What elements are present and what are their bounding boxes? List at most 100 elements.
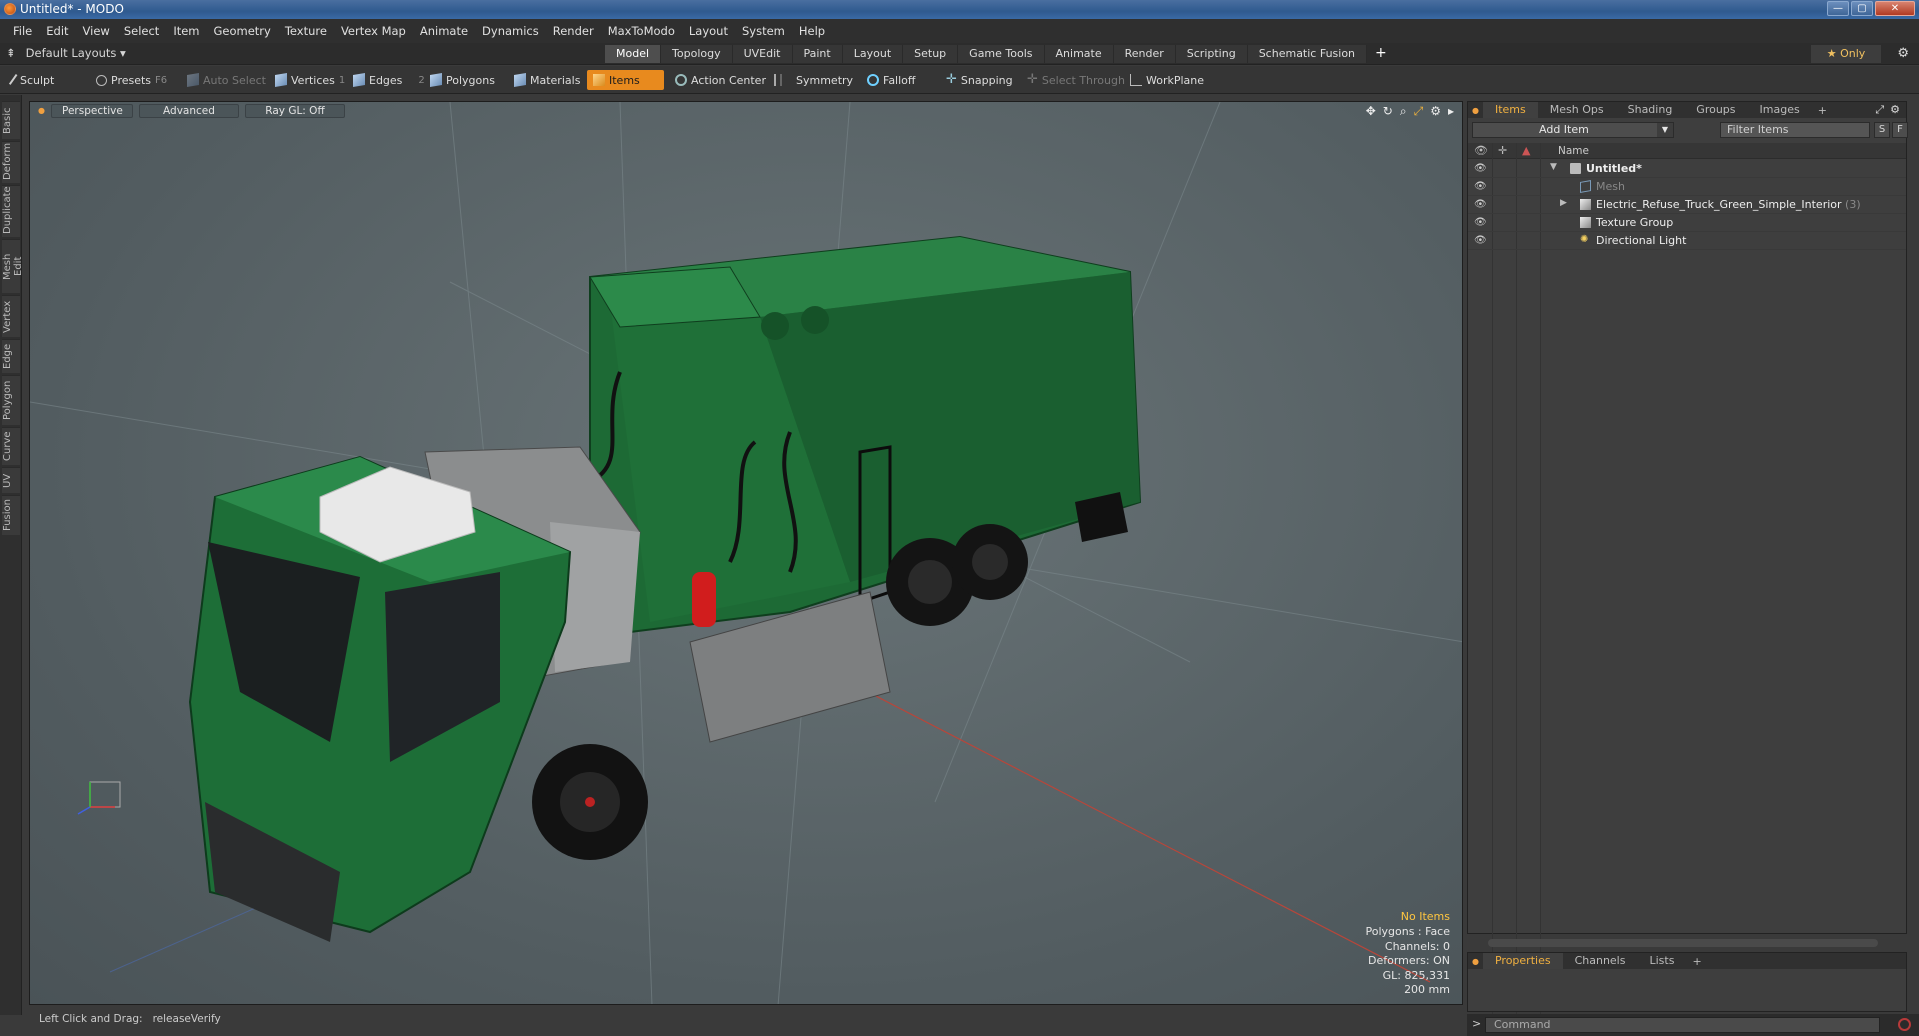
tab-channels[interactable]: Channels (1563, 953, 1638, 969)
command-input[interactable]: Command (1485, 1017, 1880, 1033)
presets-button[interactable]: Presets F6 (90, 70, 173, 90)
tab-schematic-fusion[interactable]: Schematic Fusion (1247, 45, 1368, 63)
tree-row-truck[interactable]: 👁 ▶ Electric_Refuse_Truck_Green_Simple_I… (1468, 196, 1906, 214)
tab-render[interactable]: Render (1113, 45, 1176, 63)
vtab-uv[interactable]: UV (2, 467, 20, 493)
eye-icon[interactable]: 👁 (1474, 181, 1487, 192)
eye-icon[interactable]: 👁 (1474, 235, 1487, 246)
menu-animate[interactable]: Animate (413, 24, 475, 38)
tab-animate[interactable]: Animate (1044, 45, 1114, 63)
menu-view[interactable]: View (76, 24, 117, 38)
menu-edit[interactable]: Edit (39, 24, 75, 38)
tab-scripting[interactable]: Scripting (1175, 45, 1248, 63)
advanced-dropdown[interactable]: Advanced (138, 104, 239, 118)
vtab-polygon[interactable]: Polygon (2, 375, 20, 425)
symmetry-button[interactable]: Symmetry (768, 70, 859, 90)
tree-row-texture-group[interactable]: 👁 Texture Group (1468, 214, 1906, 232)
workplane-button[interactable]: WorkPlane (1124, 70, 1210, 90)
tree-row-directional-light[interactable]: 👁 ✺ Directional Light (1468, 232, 1906, 250)
tab-items[interactable]: Items (1482, 102, 1538, 118)
raygl-toggle[interactable]: Ray GL: Off (244, 104, 345, 118)
tab-groups[interactable]: Groups (1684, 102, 1747, 118)
eye-icon[interactable]: 👁 (1474, 163, 1487, 174)
eye-icon[interactable]: 👁 (1474, 199, 1487, 210)
edges-button[interactable]: Edges 2 (347, 70, 431, 90)
items-button[interactable]: Items (587, 70, 664, 90)
action-center-button[interactable]: Action Center (669, 70, 772, 90)
filter-items-input[interactable]: Filter Items (1720, 122, 1870, 138)
close-button[interactable]: ✕ (1875, 1, 1915, 16)
horizontal-scrollbar[interactable] (1488, 939, 1878, 947)
tab-topology[interactable]: Topology (661, 45, 733, 63)
3d-viewport[interactable]: ● Perspective Advanced Ray GL: Off ✥ ↻ ⌕… (29, 101, 1463, 1005)
menu-help[interactable]: Help (792, 24, 832, 38)
vertices-button[interactable]: Vertices 1 (269, 70, 351, 90)
falloff-button[interactable]: Falloff (861, 70, 921, 90)
expand-arrow-icon[interactable]: ▼ (1550, 162, 1557, 172)
viewport-settings-icon[interactable]: ⚙ (1430, 104, 1441, 119)
pan-icon[interactable]: ✥ (1366, 104, 1376, 119)
tab-mesh-ops[interactable]: Mesh Ops (1538, 102, 1616, 118)
menu-layout[interactable]: Layout (682, 24, 735, 38)
tree-row-scene[interactable]: 👁 ▼ Untitled* (1468, 160, 1906, 178)
tab-uvedit[interactable]: UVEdit (732, 45, 793, 63)
menu-render[interactable]: Render (546, 24, 601, 38)
vtab-duplicate[interactable]: Duplicate (2, 185, 20, 237)
expand-arrow-icon[interactable]: ▶ (1560, 198, 1567, 208)
sculpt-button[interactable]: Sculpt (6, 70, 60, 90)
tab-shading[interactable]: Shading (1616, 102, 1685, 118)
zoom-icon[interactable]: ⌕ (1400, 104, 1407, 119)
vtab-curve[interactable]: Curve (2, 427, 20, 465)
tab-model[interactable]: Model (605, 45, 662, 63)
vtab-edge[interactable]: Edge (2, 339, 20, 373)
add-panel-tab-button[interactable]: + (1812, 104, 1833, 117)
vtab-fusion[interactable]: Fusion (2, 495, 20, 535)
snapping-button[interactable]: ✛ Snapping (940, 70, 1019, 90)
tab-paint[interactable]: Paint (792, 45, 843, 63)
record-macro-icon[interactable] (1898, 1018, 1911, 1031)
perspective-dropdown[interactable]: Perspective (50, 104, 133, 118)
properties-menu-icon[interactable]: ● (1468, 957, 1483, 966)
vtab-basic[interactable]: Basic (2, 101, 20, 139)
eye-icon[interactable]: 👁 (1474, 217, 1487, 228)
add-properties-tab-button[interactable]: + (1686, 955, 1707, 968)
menu-item[interactable]: Item (166, 24, 206, 38)
menu-maxtomodo[interactable]: MaxToModo (601, 24, 682, 38)
gear-icon[interactable]: ⚙ (1897, 46, 1909, 61)
maximize-button[interactable]: ▢ (1851, 1, 1873, 16)
maximize-viewport-icon[interactable]: ⤢ (1414, 104, 1424, 119)
tab-layout[interactable]: Layout (842, 45, 904, 63)
vtab-vertex[interactable]: Vertex (2, 295, 20, 337)
layout-selector[interactable]: Default Layouts ▾ (26, 46, 126, 60)
tree-row-mesh[interactable]: 👁 Mesh (1468, 178, 1906, 196)
add-layout-tab-button[interactable]: + (1367, 45, 1395, 63)
command-history-icon[interactable]: > (1472, 1017, 1481, 1030)
vtab-deform[interactable]: Deform (2, 141, 20, 183)
menu-vertex-map[interactable]: Vertex Map (334, 24, 413, 38)
tab-game-tools[interactable]: Game Tools (958, 45, 1045, 63)
select-through-button[interactable]: ✛ Select Through (1021, 70, 1131, 90)
viewport-more-icon[interactable]: ▸ (1448, 104, 1454, 119)
menu-system[interactable]: System (735, 24, 792, 38)
materials-button[interactable]: Materials (508, 70, 586, 90)
auto-select-button[interactable]: Auto Select (181, 70, 272, 90)
menu-select[interactable]: Select (117, 24, 166, 38)
vtab-mesh-edit[interactable]: Mesh Edit (2, 239, 24, 293)
menu-file[interactable]: File (6, 24, 39, 38)
rotate-icon[interactable]: ↻ (1383, 104, 1393, 119)
tab-properties[interactable]: Properties (1482, 953, 1563, 969)
tab-images[interactable]: Images (1748, 102, 1812, 118)
layout-collapse-icon[interactable]: ⇞ (6, 46, 16, 60)
menu-geometry[interactable]: Geometry (207, 24, 278, 38)
viewport-menu-icon[interactable]: ● (38, 104, 45, 118)
polygons-button[interactable]: Polygons (424, 70, 501, 90)
add-item-dropdown[interactable]: Add Item ▼ (1472, 122, 1674, 138)
only-toggle[interactable]: ★ Only (1811, 45, 1881, 63)
menu-dynamics[interactable]: Dynamics (475, 24, 546, 38)
panel-settings-icon[interactable]: ⚙ (1890, 103, 1900, 117)
tab-setup[interactable]: Setup (903, 45, 959, 63)
minimize-button[interactable]: — (1827, 1, 1849, 16)
menu-texture[interactable]: Texture (278, 24, 334, 38)
expand-panel-icon[interactable]: ⤢ (1875, 103, 1884, 117)
panel-menu-icon[interactable]: ● (1468, 106, 1483, 115)
